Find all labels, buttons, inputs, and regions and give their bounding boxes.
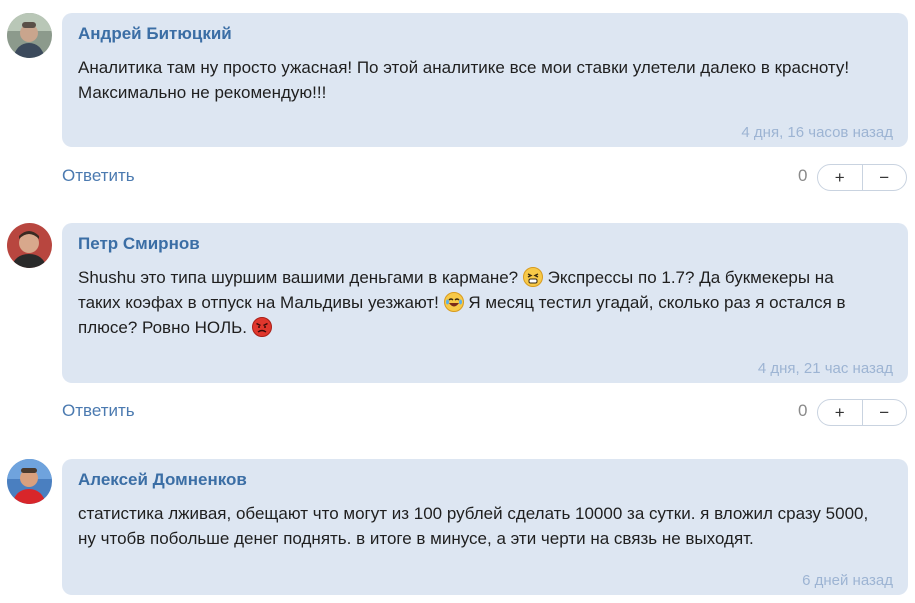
- comment-text-line: Аналитика там ну просто ужасная! По этой…: [78, 58, 850, 77]
- reply-link[interactable]: Ответить: [62, 401, 135, 421]
- comment-actions: Ответить 0 + −: [62, 163, 908, 193]
- downvote-button[interactable]: −: [861, 165, 907, 190]
- avatar[interactable]: [7, 459, 52, 504]
- comment-text: Аналитика там ну просто ужасная! По этой…: [78, 55, 892, 105]
- grimace-emoji-icon: [522, 267, 543, 287]
- user-avatar-icon: [7, 13, 52, 58]
- reply-link[interactable]: Ответить: [62, 166, 135, 186]
- laughing-tears-emoji-icon: [443, 292, 464, 312]
- comment-text-line: Максимально не рекомендую!!!: [78, 83, 327, 102]
- comment-text: статистика лживая, обещают что могут из …: [78, 501, 892, 551]
- vote-count: 0: [798, 401, 808, 420]
- comment-timestamp: 4 дня, 21 час назад: [757, 360, 893, 377]
- avatar[interactable]: [7, 13, 52, 58]
- angry-face-emoji-icon: [251, 317, 272, 337]
- comment-text-fragment: Shushu это типа шуршим вашими деньгами в…: [78, 268, 519, 287]
- comment-text-fragment: таких коэфах в отпуск на Мальдивы уезжаю…: [78, 293, 439, 312]
- comment-text-line: Shushu это типа шуршим вашими деньгами в…: [78, 265, 892, 290]
- upvote-button[interactable]: +: [818, 400, 862, 425]
- user-avatar-icon: [7, 223, 52, 268]
- comment-author[interactable]: Андрей Битюцкий: [78, 23, 892, 45]
- comment-bubble: Алексей Домненков статистика лживая, обе…: [62, 459, 908, 595]
- comment-text-fragment: Я месяц тестил угадай, сколько раз я ост…: [468, 293, 846, 312]
- comment-timestamp: 6 дней назад: [802, 572, 893, 589]
- downvote-button[interactable]: −: [861, 400, 907, 425]
- vote-control: + −: [817, 164, 907, 191]
- comment-text-line: плюсе? Ровно НОЛЬ.: [78, 315, 892, 340]
- avatar[interactable]: [7, 223, 52, 268]
- upvote-button[interactable]: +: [818, 165, 862, 190]
- comment-author[interactable]: Алексей Домненков: [78, 469, 892, 491]
- comment-actions: Ответить 0 + −: [62, 398, 908, 428]
- comment-author[interactable]: Петр Смирнов: [78, 233, 892, 255]
- comment-bubble: Петр Смирнов Shushu это типа шуршим ваши…: [62, 223, 908, 383]
- vote-control: + −: [817, 399, 907, 426]
- comment-timestamp: 4 дня, 16 часов назад: [741, 124, 893, 141]
- comment-text-line: ну чтобв побольше денег поднять. в итоге…: [78, 529, 754, 548]
- comment-text: Shushu это типа шуршим вашими деньгами в…: [78, 265, 892, 340]
- user-avatar-icon: [7, 459, 52, 504]
- vote-count: 0: [798, 166, 808, 185]
- comment-text-fragment: Экспрессы по 1.7? Да букмекеры на: [547, 268, 834, 287]
- comment-text-line: таких коэфах в отпуск на Мальдивы уезжаю…: [78, 290, 892, 315]
- comment-text-fragment: плюсе? Ровно НОЛЬ.: [78, 318, 247, 337]
- comment-bubble: Андрей Битюцкий Аналитика там ну просто …: [62, 13, 908, 147]
- comment-text-line: статистика лживая, обещают что могут из …: [78, 504, 869, 523]
